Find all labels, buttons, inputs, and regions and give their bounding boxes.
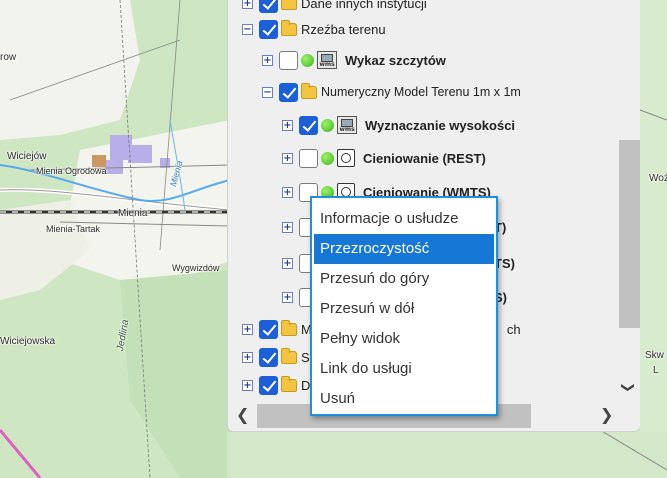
wms-icon: wms <box>337 116 357 134</box>
folder-icon <box>281 319 297 336</box>
menu-item-pelny-widok[interactable]: Pełny widok <box>314 324 494 354</box>
tree-row-wyznaczanie-wysokosci[interactable]: + wms Wyznaczanie wysokości <box>282 113 515 137</box>
menu-item-przesun-w-dol[interactable]: Przesuń w dół <box>314 294 494 324</box>
tree-row-label: D <box>301 377 311 393</box>
expand-icon[interactable]: + <box>262 54 273 66</box>
layer-checkbox[interactable] <box>259 375 278 395</box>
map-label-mienia: Mienia <box>118 208 148 219</box>
expand-icon[interactable]: + <box>282 291 293 303</box>
expand-icon[interactable]: + <box>282 186 293 198</box>
tree-row-label: Rzeźba terenu <box>301 21 386 37</box>
map-label-wiciejow: Wiciejów <box>7 151 47 162</box>
tree-row-d[interactable]: + D <box>242 373 310 397</box>
folder-icon <box>281 375 297 392</box>
collapse-icon[interactable]: − <box>242 23 253 35</box>
status-green-icon <box>321 118 334 132</box>
map-label-row: row <box>0 52 17 63</box>
layer-checkbox[interactable] <box>259 19 278 39</box>
map-label-woz: Woź <box>649 173 667 184</box>
tree-row-nmt[interactable]: − Numeryczny Model Terenu 1m x 1m <box>262 80 521 104</box>
expand-icon[interactable]: + <box>282 257 293 269</box>
vertical-scrollbar-thumb[interactable] <box>619 140 640 328</box>
tree-row-wykaz-szczytow[interactable]: + wms Wykaz szczytów <box>262 48 446 72</box>
tree-row-cieniowanie-rest[interactable]: + Cieniowanie (REST) <box>282 146 486 170</box>
menu-item-przesun-do-gory[interactable]: Przesuń do góry <box>314 264 494 294</box>
layer-checkbox[interactable] <box>279 50 298 70</box>
folder-icon <box>281 19 297 36</box>
tree-row-label: Numeryczny Model Terenu 1m x 1m <box>321 85 521 99</box>
menu-item-link-do-uslugi[interactable]: Link do usługi <box>314 354 494 384</box>
scroll-right-icon[interactable]: ❯ <box>600 405 613 424</box>
status-green-icon <box>321 151 334 165</box>
wms-icon: wms <box>317 51 337 69</box>
menu-item-przezroczystosc[interactable]: Przezroczystość <box>314 234 494 264</box>
wms-icon-text: wms <box>339 126 355 133</box>
layer-checkbox[interactable] <box>259 347 278 367</box>
scroll-left-icon[interactable]: ❮ <box>236 405 249 424</box>
tree-row-rzezba-terenu[interactable]: − Rzeźba terenu <box>242 17 386 41</box>
tree-row-label: Wyznaczanie wysokości <box>365 117 516 133</box>
map-label-l: L <box>653 365 659 376</box>
tree-row-label: Wykaz szczytów <box>345 52 446 68</box>
expand-icon[interactable]: + <box>242 323 253 335</box>
status-green-icon <box>301 53 314 67</box>
rest-service-icon <box>337 149 355 167</box>
layer-checkbox[interactable] <box>259 319 278 339</box>
layer-checkbox[interactable] <box>299 115 318 135</box>
tree-row-dane-innych-instytucji[interactable]: + Dane innych instytucji <box>242 0 427 15</box>
scroll-down-icon[interactable]: ❯ <box>620 382 635 393</box>
folder-icon <box>281 0 297 10</box>
expand-icon[interactable]: + <box>242 351 253 363</box>
expand-icon[interactable]: + <box>282 221 293 233</box>
tree-row-label-tail: ch <box>506 321 521 337</box>
expand-icon[interactable]: + <box>282 152 293 164</box>
tree-row-label: Cieniowanie (REST) <box>363 150 486 166</box>
expand-icon[interactable]: + <box>282 119 293 131</box>
menu-item-informacje[interactable]: Informacje o usłudze <box>314 204 494 234</box>
layer-checkbox[interactable] <box>259 0 278 13</box>
layer-checkbox[interactable] <box>299 148 318 168</box>
map-label-wiciejowska: Wiciejowska <box>0 336 56 347</box>
context-menu: Informacje o usłudze Przezroczystość Prz… <box>310 196 498 416</box>
wms-icon-text: wms <box>319 61 335 68</box>
collapse-icon[interactable]: − <box>262 86 273 98</box>
tree-row-s[interactable]: + S <box>242 345 310 369</box>
layer-checkbox[interactable] <box>279 82 298 102</box>
map-label-mienia-tartak: Mienia-Tartak <box>46 224 101 234</box>
map-label-wygwizdow: Wygwizdów <box>172 263 220 273</box>
tree-row-label: S <box>301 349 310 365</box>
folder-icon <box>281 347 297 364</box>
folder-icon <box>301 82 317 99</box>
map-label-skw: Skw <box>645 350 664 361</box>
map-label-mienia-ogrodowa: Mienia Ogrodowa <box>36 166 107 176</box>
expand-icon[interactable]: + <box>242 0 253 9</box>
menu-item-usun[interactable]: Usuń <box>314 384 494 414</box>
tree-row-label: Dane innych instytucji <box>301 0 427 11</box>
expand-icon[interactable]: + <box>242 379 253 391</box>
